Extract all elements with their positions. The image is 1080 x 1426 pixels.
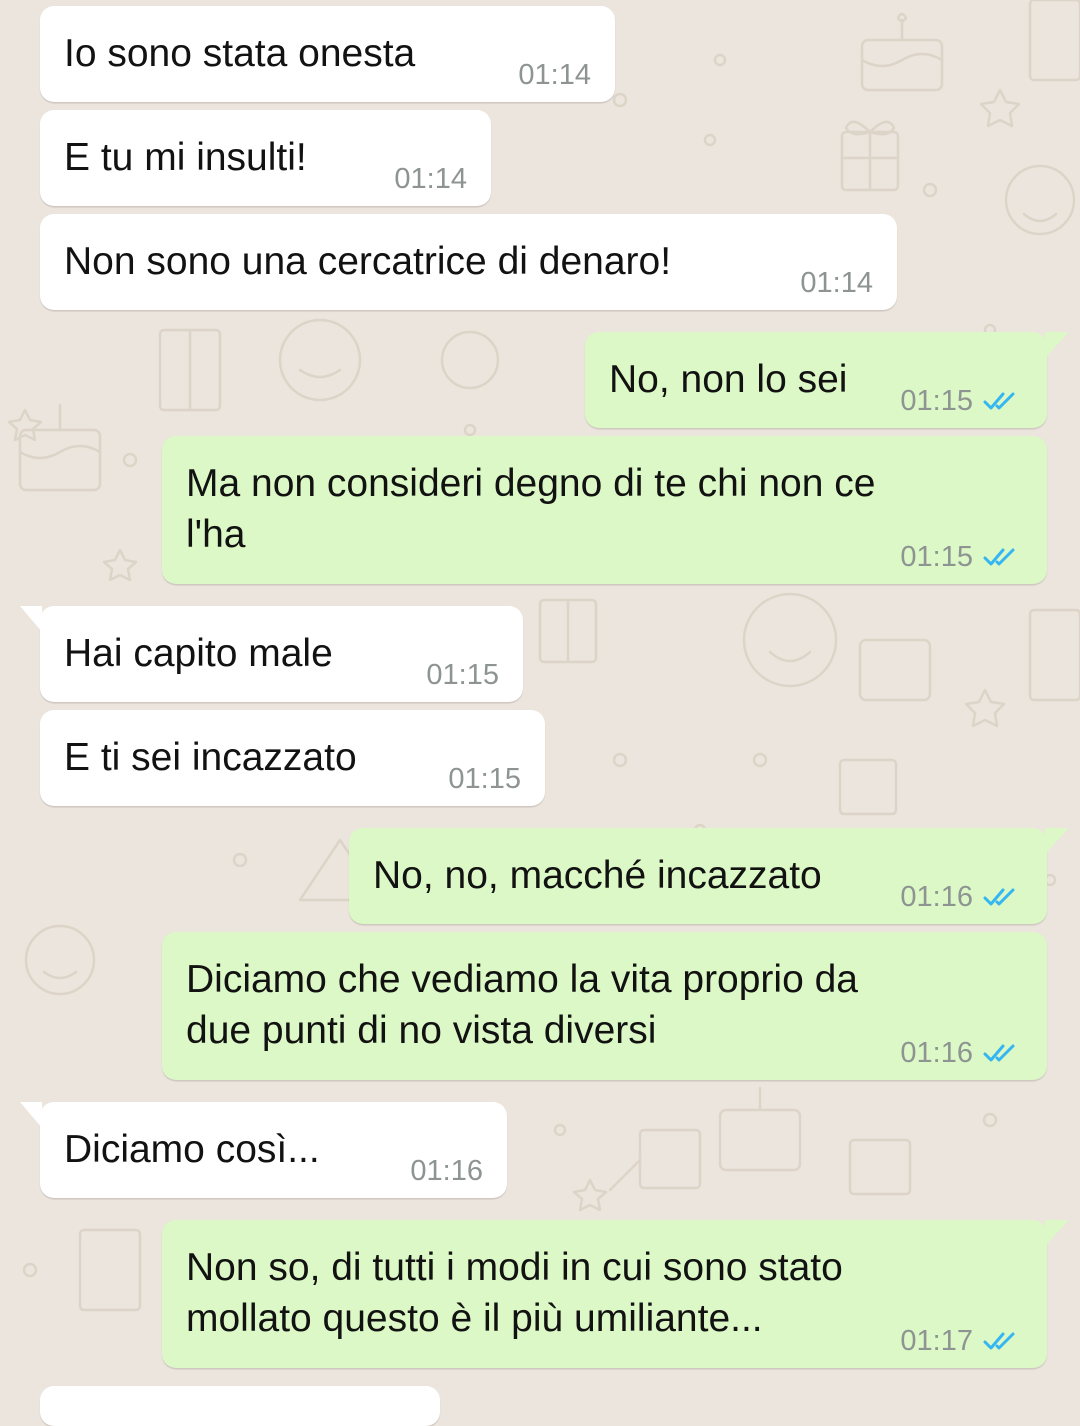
message-meta: 01:15	[448, 762, 521, 796]
message-time: 01:14	[800, 267, 873, 299]
message-time: 01:15	[448, 763, 521, 795]
message-text: Io sono stata onesta	[64, 32, 416, 75]
message-meta: 01:14	[518, 58, 591, 92]
message-time: 01:14	[518, 59, 591, 91]
message-text: Non sono una cercatrice di denaro!	[64, 240, 672, 283]
message-time: 01:16	[410, 1155, 483, 1187]
message-text: Non so, di tutti i modi in cui sono stat…	[186, 1246, 843, 1340]
message-text: E tu mi insulti!	[64, 136, 307, 179]
double-check-icon	[983, 888, 1015, 906]
message-bubble-partial[interactable]	[40, 1386, 440, 1426]
message-meta: 01:15	[900, 540, 1023, 574]
message-bubble-outgoing[interactable]: Non so, di tutti i modi in cui sono stat…	[162, 1220, 1069, 1368]
message-bubble-incoming[interactable]: Diciamo così... 01:16	[20, 1102, 507, 1198]
message-time: 01:15	[900, 541, 973, 573]
double-check-icon	[983, 1332, 1015, 1350]
message-bubble-outgoing[interactable]: No, non lo sei 01:15	[585, 332, 1069, 428]
double-check-icon	[983, 1044, 1015, 1062]
message-time: 01:15	[426, 659, 499, 691]
message-bubble-outgoing[interactable]: Ma non consideri degno di te chi non ce …	[162, 436, 1047, 584]
message-text: Hai capito male	[64, 632, 333, 675]
message-text: Diciamo così...	[64, 1128, 320, 1171]
message-bubble-incoming[interactable]: E ti sei incazzato 01:15	[40, 710, 545, 806]
message-bubble-outgoing[interactable]: No, no, macché incazzato 01:16	[349, 828, 1069, 924]
message-meta: 01:15	[426, 658, 499, 692]
message-meta: 01:16	[900, 1036, 1023, 1070]
message-text: No, no, macché incazzato	[373, 854, 822, 897]
message-time: 01:14	[394, 163, 467, 195]
message-text: E ti sei incazzato	[64, 736, 357, 779]
message-time: 01:16	[900, 881, 973, 913]
double-check-icon	[983, 548, 1015, 566]
message-bubble-incoming[interactable]: E tu mi insulti! 01:14	[40, 110, 491, 206]
message-time: 01:16	[900, 1037, 973, 1069]
message-meta: 01:14	[394, 162, 467, 196]
message-text: No, non lo sei	[609, 358, 848, 401]
message-time: 01:17	[900, 1325, 973, 1357]
message-bubble-outgoing[interactable]: Diciamo che vediamo la vita proprio da d…	[162, 932, 1047, 1080]
message-meta: 01:17	[900, 1324, 1023, 1358]
message-text: Diciamo che vediamo la vita proprio da d…	[186, 958, 858, 1052]
message-meta: 01:15	[900, 384, 1023, 418]
chat-thread: Io sono stata onesta 01:14 E tu mi insul…	[0, 0, 1080, 1426]
message-text: Ma non consideri degno di te chi non ce …	[186, 462, 876, 556]
message-meta: 01:16	[410, 1154, 483, 1188]
message-meta: 01:16	[900, 880, 1023, 914]
message-bubble-incoming[interactable]: Non sono una cercatrice di denaro! 01:14	[40, 214, 897, 310]
message-time: 01:15	[900, 385, 973, 417]
message-bubble-incoming[interactable]: Hai capito male 01:15	[20, 606, 523, 702]
message-meta: 01:14	[800, 266, 873, 300]
message-bubble-incoming[interactable]: Io sono stata onesta 01:14	[40, 6, 615, 102]
double-check-icon	[983, 392, 1015, 410]
